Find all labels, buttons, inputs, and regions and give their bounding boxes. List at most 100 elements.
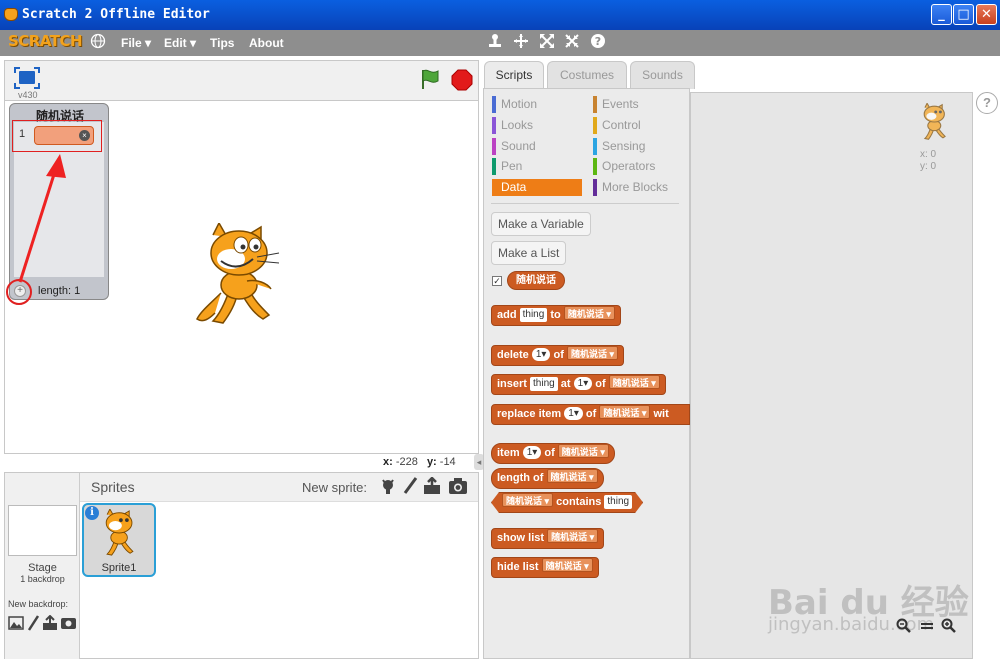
cut-scissors-icon[interactable] bbox=[512, 33, 530, 51]
item-index-value: 1 bbox=[526, 447, 533, 458]
about-menu[interactable]: About bbox=[249, 36, 284, 50]
contains-list-dropdown[interactable]: 随机说话 ▾ bbox=[502, 493, 553, 507]
sprite1-thumbnail[interactable]: i Sprite1 bbox=[82, 503, 156, 577]
category-sensing[interactable]: Sensing bbox=[593, 138, 683, 155]
item-list-name: 随机说话 bbox=[561, 447, 598, 457]
sprite1-cat-icon bbox=[97, 508, 143, 560]
list-visible-checkbox[interactable]: ✓ bbox=[492, 276, 502, 286]
shrink-icon[interactable] bbox=[563, 33, 581, 51]
scratch-logo[interactable]: SCRATCH bbox=[8, 32, 83, 50]
highlight-box bbox=[12, 120, 102, 152]
to-label: to bbox=[550, 309, 561, 321]
delete-index-input[interactable]: 1▾ bbox=[531, 348, 551, 361]
length-label: length of bbox=[497, 472, 544, 484]
insert-label: insert bbox=[497, 378, 527, 390]
delete-of-list-block[interactable]: delete 1▾ of 随机说话 ▾ bbox=[491, 345, 625, 366]
list-contains-boolean[interactable]: 随机说话 ▾ contains thing bbox=[491, 492, 643, 513]
tab-sounds[interactable]: Sounds bbox=[630, 61, 695, 89]
replace-item-block[interactable]: replace item 1▾ of 随机说话 ▾ wit bbox=[491, 404, 690, 425]
grow-icon[interactable] bbox=[538, 33, 556, 51]
add-thing-input[interactable]: thing bbox=[519, 308, 548, 322]
category-sound[interactable]: Sound bbox=[492, 138, 582, 155]
make-list-button[interactable]: Make a List bbox=[491, 241, 567, 265]
category-events[interactable]: Events bbox=[593, 96, 683, 113]
backdrop-camera-icon[interactable] bbox=[60, 615, 77, 633]
close-button[interactable]: ✕ bbox=[976, 4, 997, 25]
add-list-dropdown[interactable]: 随机说话 ▾ bbox=[563, 306, 615, 320]
zoom-out-icon[interactable] bbox=[896, 618, 912, 637]
palette-divider bbox=[491, 203, 679, 204]
delete-list-dropdown[interactable]: 随机说话 ▾ bbox=[566, 346, 619, 360]
stop-sign-icon[interactable] bbox=[451, 69, 473, 94]
replace-list-dropdown[interactable]: 随机说话 ▾ bbox=[599, 405, 651, 419]
category-operators[interactable]: Operators bbox=[593, 158, 683, 175]
hide-list-dropdown[interactable]: 随机说话 ▾ bbox=[541, 558, 593, 572]
stage-thumbnail[interactable] bbox=[8, 505, 77, 556]
upload-sprite-icon[interactable] bbox=[423, 476, 441, 498]
item-list-dropdown[interactable]: 随机说话 ▾ bbox=[557, 444, 609, 458]
insert-thing-input[interactable]: thing bbox=[530, 377, 558, 391]
backdrop-upload-icon[interactable] bbox=[42, 614, 58, 634]
stage-header: v430 bbox=[4, 60, 479, 100]
insert-index-input[interactable]: 1▾ bbox=[573, 377, 593, 390]
script-area[interactable]: x: 0 y: 0 bbox=[690, 92, 973, 659]
item-index-input[interactable]: 1▾ bbox=[522, 446, 542, 459]
help-question-icon[interactable]: ? bbox=[589, 33, 607, 51]
replace-list-name: 随机说话 bbox=[603, 408, 640, 418]
hide-list-label: hide list bbox=[497, 561, 539, 573]
camera-icon[interactable] bbox=[448, 477, 468, 498]
sprites-header: Sprites New sprite: bbox=[80, 473, 478, 502]
backdrop-library-icon[interactable] bbox=[8, 616, 24, 633]
list-reporter-block[interactable]: 随机说话 bbox=[507, 271, 565, 290]
show-list-block[interactable]: show list 随机说话 ▾ bbox=[491, 528, 605, 549]
minimize-button[interactable]: _ bbox=[931, 4, 952, 25]
sprite-x-readout: x: 0 bbox=[920, 149, 937, 160]
category-looks[interactable]: Looks bbox=[492, 117, 582, 134]
hide-list-name: 随机说话 bbox=[545, 561, 582, 571]
category-motion[interactable]: Motion bbox=[492, 96, 582, 113]
globe-icon[interactable] bbox=[89, 33, 107, 51]
category-pen[interactable]: Pen bbox=[492, 158, 582, 175]
show-list-dropdown[interactable]: 随机说话 ▾ bbox=[547, 529, 599, 543]
replace-of-label: of bbox=[585, 408, 597, 420]
item-of-list-reporter[interactable]: item 1▾ of 随机说话 ▾ bbox=[491, 443, 615, 464]
zoom-reset-icon[interactable] bbox=[919, 618, 935, 637]
add-to-list-block[interactable]: add thing to 随机说话 ▾ bbox=[491, 305, 621, 326]
tab-costumes[interactable]: Costumes bbox=[547, 61, 627, 89]
replace-index-value: 1 bbox=[568, 408, 574, 419]
hide-list-block[interactable]: hide list 随机说话 ▾ bbox=[491, 557, 599, 578]
delete-index-value: 1 bbox=[535, 349, 542, 360]
replace-label: replace item bbox=[497, 408, 562, 420]
fullscreen-icon[interactable] bbox=[14, 67, 40, 92]
replace-index-input[interactable]: 1▾ bbox=[564, 407, 583, 420]
zoom-in-icon[interactable] bbox=[941, 618, 957, 637]
scratch-cat-sprite[interactable] bbox=[191, 221, 291, 330]
sprite-library-icon[interactable] bbox=[379, 477, 397, 498]
add-list-name: 随机说话 bbox=[567, 309, 604, 319]
category-events-label: Events bbox=[602, 97, 639, 111]
maximize-button[interactable]: □ bbox=[953, 4, 974, 25]
length-list-dropdown[interactable]: 随机说话 ▾ bbox=[546, 469, 598, 483]
insert-list-dropdown[interactable]: 随机说话 ▾ bbox=[608, 375, 660, 389]
category-sensing-label: Sensing bbox=[602, 139, 646, 153]
menu-bar: SCRATCH File ▾ Edit ▾ Tips About ? bbox=[0, 30, 1000, 56]
category-control[interactable]: Control bbox=[593, 117, 683, 134]
tab-scripts[interactable]: Scripts bbox=[484, 61, 544, 90]
category-more-label: More Blocks bbox=[602, 180, 669, 194]
make-variable-button[interactable]: Make a Variable bbox=[491, 212, 591, 236]
paint-brush-icon[interactable] bbox=[402, 477, 418, 498]
contains-thing-input[interactable]: thing bbox=[604, 495, 632, 509]
insert-at-list-block[interactable]: insert thing at 1▾ of 随机说话 ▾ bbox=[491, 374, 666, 395]
block-help-button[interactable]: ? bbox=[976, 92, 998, 114]
sprite-y-readout: y: 0 bbox=[920, 161, 937, 172]
edit-menu[interactable]: Edit ▾ bbox=[164, 36, 196, 50]
file-menu[interactable]: File ▾ bbox=[121, 36, 151, 50]
green-flag-icon[interactable] bbox=[419, 68, 441, 93]
insert-index-value: 1 bbox=[577, 378, 584, 389]
tips-menu[interactable]: Tips bbox=[210, 36, 234, 50]
duplicate-stamp-icon[interactable] bbox=[486, 33, 504, 51]
length-of-list-reporter[interactable]: length of 随机说话 ▾ bbox=[491, 468, 604, 489]
backdrop-paint-icon[interactable] bbox=[27, 615, 40, 634]
category-data[interactable]: Data bbox=[492, 179, 582, 196]
category-more-blocks[interactable]: More Blocks bbox=[593, 179, 683, 196]
